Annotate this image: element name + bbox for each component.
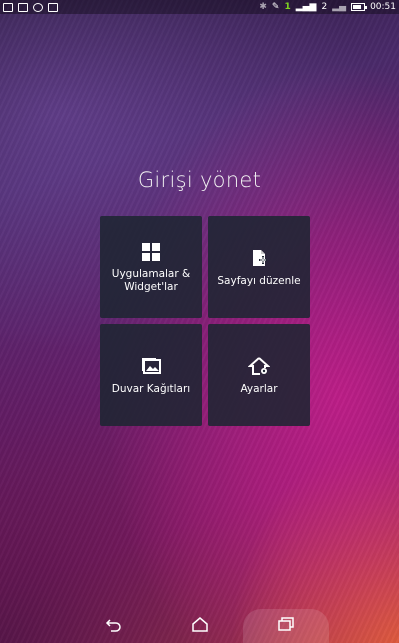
apps-widgets-button[interactable]: Uygulamalar & Widget'lar	[100, 216, 202, 318]
navigation-bar	[0, 609, 399, 643]
settings-button[interactable]: Ayarlar	[208, 324, 310, 426]
tile-label: Ayarlar	[240, 382, 278, 395]
edit-page-button[interactable]: Sayfayı düzenle	[208, 216, 310, 318]
home-button[interactable]	[157, 609, 243, 643]
battery-icon	[351, 3, 368, 11]
gallery-icon	[3, 2, 13, 12]
tile-label: Duvar Kağıtları	[111, 382, 191, 395]
tile-label: Uygulamalar & Widget'lar	[111, 267, 191, 293]
home-icon	[191, 616, 209, 636]
recent-apps-button[interactable]	[242, 609, 329, 643]
wallpapers-button[interactable]: Duvar Kağıtları	[100, 324, 202, 426]
mail-icon	[18, 2, 28, 12]
bluetooth-icon: ✱	[259, 2, 267, 12]
page-title: Girişi yönet	[137, 168, 262, 192]
apps-grid-icon	[140, 241, 162, 263]
back-icon	[105, 617, 123, 636]
wifi-signal-icon: ▂▄	[332, 2, 347, 12]
mute-icon: ✎	[271, 2, 280, 12]
edit-page-icon	[248, 247, 270, 269]
shopping-icon	[48, 2, 58, 12]
tile-label: Sayfayı düzenle	[217, 274, 301, 287]
home-manage-grid: Uygulamalar & Widget'lar Sayfayı düzenle…	[100, 216, 310, 426]
clock: 00:51	[370, 2, 396, 12]
sim2-icon: 2	[321, 2, 328, 12]
signal-icon: ▂▄▆	[295, 2, 317, 12]
chat-icon	[33, 2, 43, 12]
sim1-icon: 1	[284, 2, 291, 12]
wallpaper-icon	[140, 355, 162, 377]
recent-apps-icon	[277, 616, 295, 636]
back-button[interactable]	[71, 609, 157, 643]
home-settings-icon	[248, 355, 270, 377]
status-bar: ✱ ✎ 1 ▂▄▆ 2 ▂▄ 00:51	[0, 0, 399, 14]
